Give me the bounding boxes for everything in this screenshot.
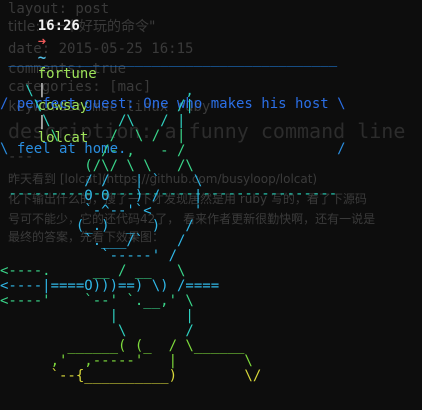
ascii-art-line: <----' `--' `.__,' \ [0,293,194,309]
ascii-art-line: O O ) / | [0,188,203,204]
ascii-art-line: | | [0,308,194,324]
ascii-art-line: `-^--'`< ' [0,203,203,219]
ascii-art-line: /- , - / [0,143,186,159]
ascii-art-line: <----. __ / __ \ [0,263,186,279]
ascii-art-line: \ , [0,83,194,99]
ascii-art-line: \ / [0,323,194,339]
ascii-art-line: `-----' / [0,248,178,264]
ascii-art-line: ______( (_ / \______ [0,338,245,354]
ascii-art-line: (/\/ \ \ /\ [0,158,194,174]
ascii-art-line: <----|====O)))==) \) /==== [0,278,220,294]
ascii-art-line: (_.) _ ) / [0,218,194,234]
ascii-art: \ , \ /| \ /\ / | \ / \ / | /- , - / (/\… [0,84,261,384]
ascii-art-line: \ / \ / | [0,128,186,144]
ascii-art-line: `.___/` / [0,233,186,249]
terminal-window[interactable]: layout: post title: "一个好玩的命令" date: 2015… [0,0,422,410]
ascii-art-line: \ /| [0,98,194,114]
bubble-top-border: _______________________________________ [0,51,338,67]
ascii-art-line: `--{__________) \/ [0,368,262,384]
ascii-art-line: \ /\ / | [0,113,186,129]
ascii-art-line: / / | ` \ [0,173,203,189]
ascii-art-line: ,' ,-----' | \ [0,353,253,369]
